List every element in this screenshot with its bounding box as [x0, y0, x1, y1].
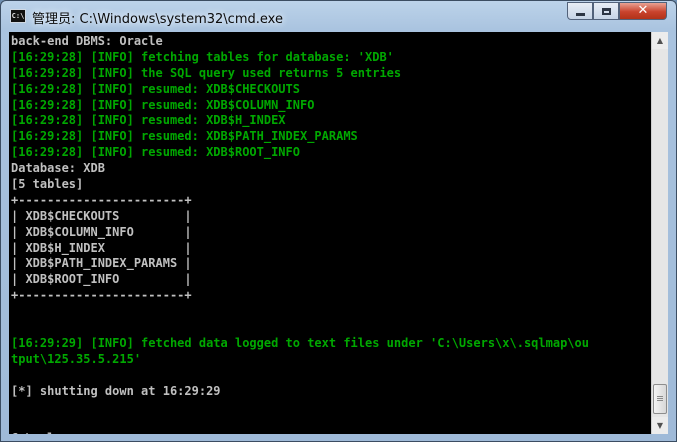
command-prompt[interactable]: C:\sqlmap> [11, 431, 589, 434]
cmd-icon[interactable]: C:\ [10, 9, 26, 23]
window-title: 管理员: C:\Windows\system32\cmd.exe [32, 12, 283, 27]
minimize-button[interactable] [567, 2, 593, 20]
console-line: back-end DBMS: Oracle [11, 34, 163, 48]
console-lines: back-end DBMS: Oracle [16:29:28] [INFO] f… [11, 34, 589, 434]
grip-icon [657, 396, 663, 402]
scroll-up-icon[interactable]: ▲ [652, 32, 668, 49]
console-line: | XDB$H_INDEX | [11, 240, 192, 255]
console-line: | XDB$PATH_INDEX_PARAMS | [11, 256, 192, 271]
console-line: | XDB$COLUMN_INFO | [11, 224, 192, 239]
console-line: | XDB$CHECKOUTS | [11, 208, 192, 223]
console-line: Database: XDB [11, 161, 105, 176]
vertical-scrollbar[interactable]: ▲ ▼ [651, 32, 668, 434]
close-icon: ✕ [637, 3, 649, 18]
maximize-icon [601, 7, 611, 15]
console-line: +-----------------------+ [11, 288, 192, 303]
console-line: [16:29:28] [INFO] resumed: XDB$H_INDEX [11, 113, 286, 128]
console-line: [16:29:28] [INFO] resumed: XDB$COLUMN_IN… [11, 97, 315, 112]
console-output[interactable]: back-end DBMS: Oracle [16:29:28] [INFO] f… [9, 32, 651, 434]
scroll-thumb[interactable] [653, 384, 667, 414]
maximize-button[interactable] [593, 2, 619, 20]
cmd-window: C:\ 管理员: C:\Windows\system32\cmd.exe ✕ b… [0, 0, 677, 442]
title-bar[interactable]: C:\ 管理员: C:\Windows\system32\cmd.exe ✕ [1, 1, 677, 32]
console-line: [5 tables] [11, 177, 84, 192]
console-line: [*] shutting down at 16:29:29 [11, 383, 221, 398]
console-line: [16:29:28] [INFO] the SQL query used ret… [11, 65, 402, 80]
console-line: [16:29:28] [INFO] fetching tables for da… [11, 49, 394, 64]
close-button[interactable]: ✕ [619, 2, 667, 20]
console-line: | XDB$ROOT_INFO | [11, 272, 192, 287]
prompt-text: C:\sqlmap> [11, 431, 83, 434]
console-line: [16:29:28] [INFO] resumed: XDB$ROOT_INFO [11, 145, 300, 160]
console-line: [16:29:28] [INFO] resumed: XDB$PATH_INDE… [11, 129, 358, 144]
console-line: tput\125.35.5.215' [11, 351, 142, 366]
console-line: +-----------------------+ [11, 192, 192, 207]
scroll-down-icon[interactable]: ▼ [652, 417, 668, 434]
minimize-icon [575, 12, 585, 16]
console-line: [16:29:29] [INFO] fetched data logged to… [11, 335, 589, 350]
console-line: [16:29:28] [INFO] resumed: XDB$CHECKOUTS [11, 81, 300, 96]
